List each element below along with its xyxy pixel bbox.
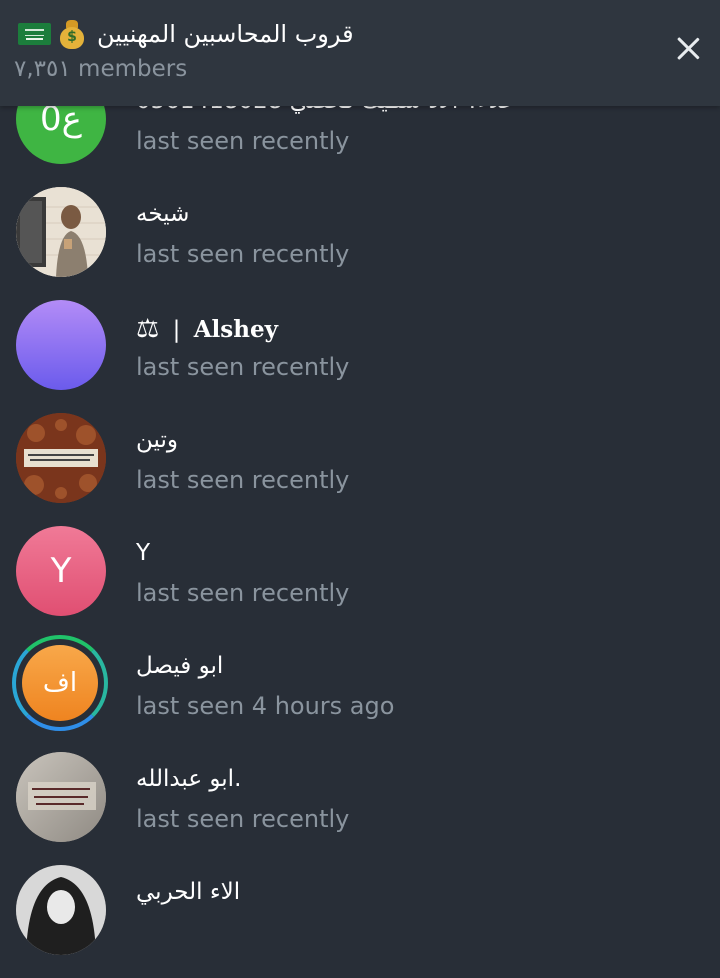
avatar (16, 187, 106, 277)
avatar-initials: Y (50, 551, 72, 591)
member-name: ⚖ | Alshey (136, 314, 278, 344)
member-name: ابو فيصل (136, 653, 224, 679)
avatar-initials: اف (42, 668, 78, 698)
avatar (16, 865, 106, 955)
member-name: الاء الحربي (136, 879, 241, 905)
avatar (16, 752, 106, 842)
close-icon[interactable] (668, 28, 708, 68)
saudi-flag-icon (18, 23, 51, 45)
member-status: last seen recently (136, 466, 350, 494)
list-item[interactable]: ⚖ | Alshey last seen recently (0, 300, 720, 413)
group-header: $ قروب المحاسبين المهنيين ٧,٣٥١ members (0, 0, 720, 106)
list-item[interactable]: Y Y last seen recently (0, 526, 720, 639)
member-name: Y (136, 540, 151, 566)
member-status: last seen recently (136, 240, 350, 268)
scales-icon: ⚖ (136, 314, 160, 344)
member-name: ابو عبدالله. (136, 766, 242, 792)
member-status: last seen recently (136, 353, 350, 381)
list-item[interactable]: الاء الحربي (0, 865, 720, 978)
member-status: last seen 4 hours ago (136, 692, 395, 720)
member-status: last seen recently (136, 805, 350, 833)
title-row: $ قروب المحاسبين المهنيين (18, 16, 354, 52)
member-status: last seen recently (136, 127, 350, 155)
avatar (16, 413, 106, 503)
list-item[interactable]: شيخه last seen recently (0, 187, 720, 300)
moneybag-icon: $ (59, 19, 85, 49)
avatar (16, 300, 106, 390)
member-status: last seen recently (136, 579, 350, 607)
member-name: وتين (136, 427, 178, 453)
member-name-text: Alshey (193, 316, 278, 343)
avatar: Y (16, 526, 106, 616)
list-item[interactable]: اف ابو فيصل last seen 4 hours ago (0, 635, 720, 752)
group-title: قروب المحاسبين المهنيين (97, 20, 354, 48)
member-count: ٧,٣٥١ members (14, 56, 188, 82)
list-item[interactable]: وتين last seen recently (0, 413, 720, 526)
avatar: اف (22, 645, 98, 721)
member-name: شيخه (136, 201, 190, 227)
list-item[interactable]: ابو عبدالله. last seen recently (0, 752, 720, 865)
